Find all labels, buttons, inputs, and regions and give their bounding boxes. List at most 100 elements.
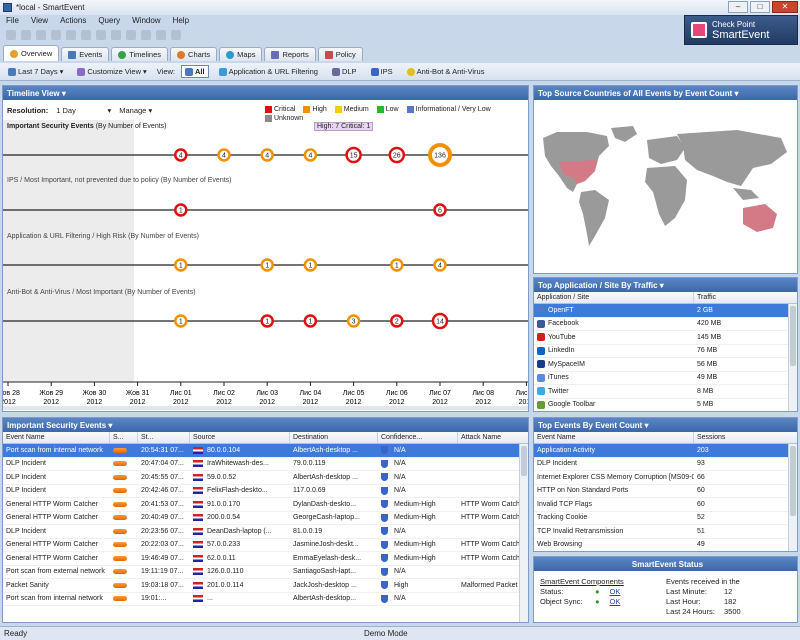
col-top-event-name[interactable]: Event Name — [534, 432, 694, 443]
app-row[interactable]: Google Toolbar 5 MB — [534, 399, 797, 412]
filter-icon[interactable] — [111, 29, 121, 40]
col-confidence[interactable]: Confidence... — [378, 432, 458, 443]
top-event-row[interactable]: Web Browsing 49 — [534, 539, 797, 552]
severity-pill — [113, 488, 127, 494]
maximize-button[interactable]: □ — [750, 1, 770, 13]
minimize-button[interactable]: – — [728, 1, 748, 13]
tab-overview[interactable]: Overview — [3, 45, 60, 61]
app-icon — [537, 306, 545, 315]
view-app-url-button[interactable]: Application & URL Filtering — [215, 65, 322, 78]
col-start-time[interactable]: St... — [138, 432, 190, 443]
menu-view[interactable]: View — [31, 16, 48, 25]
event-confidence: N/A — [394, 568, 406, 576]
status-mode: Demo Mode — [364, 629, 408, 638]
top-events-scrollbar[interactable] — [788, 444, 797, 551]
app-row[interactable]: Facebook 420 MB — [534, 318, 797, 331]
col-event-name[interactable]: Event Name — [3, 432, 110, 443]
tab-reports[interactable]: Reports — [264, 47, 316, 61]
tab-maps[interactable]: Maps — [219, 47, 263, 61]
manage-dropdown[interactable]: Manage ▾ — [119, 106, 152, 115]
app-row[interactable]: LinkedIn 76 MB — [534, 345, 797, 358]
event-row[interactable]: Packet Sanity 19:03:18 07... 201.0.0.114 Ja… — [3, 579, 528, 593]
col-application[interactable]: Application / Site — [534, 292, 694, 303]
tab-timelines[interactable]: Timelines — [111, 47, 169, 61]
app-row[interactable]: iTunes 49 MB — [534, 372, 797, 385]
view-dlp-button[interactable]: DLP — [328, 65, 361, 78]
refresh-icon[interactable] — [66, 29, 76, 40]
back-icon[interactable] — [36, 29, 46, 40]
settings-icon[interactable] — [171, 29, 181, 40]
severity-cell — [110, 552, 138, 565]
country-flag-icon — [193, 514, 203, 522]
top-event-row[interactable]: HTTP on Non Standard Ports 60 — [534, 485, 797, 498]
close-button[interactable]: ✕ — [772, 1, 798, 13]
event-row[interactable]: General HTTP Worm Catcher 20:40:49 07... 2… — [3, 512, 528, 525]
stop-icon[interactable] — [81, 29, 91, 40]
event-row[interactable]: Port scan from internal network 20:54:31 … — [3, 444, 528, 458]
security-events-scrollbar[interactable] — [519, 444, 528, 622]
event-row[interactable]: General HTTP Worm Catcher 20:41:53 07... 9… — [3, 498, 528, 512]
sync-ok-link[interactable]: OK — [610, 597, 621, 607]
event-destination: JasmineJosh-deskt... — [293, 541, 359, 549]
menu-window[interactable]: Window — [132, 16, 160, 25]
tab-policy[interactable]: Policy — [317, 47, 363, 61]
top-apps-panel: Top Application / Site By Traffic ▾ Appl… — [533, 277, 798, 412]
top-event-row[interactable]: Invalid TCP Flags 60 — [534, 498, 797, 512]
menu-query[interactable]: Query — [98, 16, 120, 25]
app-traffic: 8 MB — [697, 387, 714, 395]
top-events-columns: Event Name Sessions — [534, 432, 797, 444]
event-row[interactable]: DLP Incident 20:42:46 07... FelixFlash-des… — [3, 485, 528, 498]
app-row[interactable]: YouTube 145 MB — [534, 331, 797, 345]
app-row[interactable]: MySpaceIM 56 MB — [534, 358, 797, 372]
view-all-button[interactable]: All — [181, 65, 209, 78]
app-cell: iTunes — [534, 372, 694, 385]
col-sessions[interactable]: Sessions — [694, 432, 788, 443]
save-icon[interactable] — [6, 29, 16, 40]
col-source[interactable]: Source — [190, 432, 290, 443]
legend-item: Critical — [265, 106, 295, 113]
print-icon[interactable] — [126, 29, 136, 40]
top-event-row[interactable]: Application Activity 203 — [534, 444, 797, 458]
view-ips-button[interactable]: IPS — [367, 65, 397, 78]
forward-icon[interactable] — [51, 29, 61, 40]
col-severity[interactable]: S... — [110, 432, 138, 443]
user-icon[interactable] — [156, 29, 166, 40]
event-row[interactable]: DLP Incident 20:23:56 07... DeanDash-lapto… — [3, 525, 528, 539]
last-minute-label: Last Minute: — [666, 587, 707, 596]
resolution-dropdown[interactable]: 1 Day ▾ — [56, 106, 111, 115]
tab-events[interactable]: Events — [61, 47, 110, 61]
open-icon[interactable] — [21, 29, 31, 40]
lock-icon[interactable] — [141, 29, 151, 40]
top-apps-scrollbar[interactable] — [788, 304, 797, 411]
col-traffic[interactable]: Traffic — [694, 292, 788, 303]
tab-charts[interactable]: Charts — [170, 47, 218, 61]
col-attack-name[interactable]: Attack Name — [458, 432, 520, 443]
event-row[interactable]: DLP Incident 20:47:04 07... IraWhitewash-d… — [3, 458, 528, 471]
security-events-panel: Important Security Events ▾ Event Name S… — [2, 417, 529, 623]
timeline-hscroll[interactable] — [3, 406, 528, 410]
status-ok-link[interactable]: OK — [610, 587, 621, 597]
source-cell: IraWhitewash-des... — [190, 458, 290, 471]
event-row[interactable]: DLP Incident 20:45:55 07... 59.0.0.52 Alber… — [3, 471, 528, 485]
event-row[interactable]: Port scan from internal network 19:01:...… — [3, 593, 528, 606]
app-row[interactable]: OpenFT 2 GB — [534, 304, 797, 318]
top-event-row[interactable]: TCP Invalid Retransmission 51 — [534, 525, 797, 539]
event-row[interactable]: Port scan from external network 19:11:19 … — [3, 566, 528, 579]
customize-view-dropdown[interactable]: Customize View ▾ — [73, 65, 150, 78]
top-event-row[interactable]: Tracking Cookie 52 — [534, 512, 797, 525]
top-event-row[interactable]: Internet Explorer CSS Memory Corruption … — [534, 471, 797, 485]
timeline-event-count: 4 — [308, 153, 312, 160]
view-antibot-button[interactable]: Anti-Bot & Anti-Virus — [403, 65, 489, 78]
axis-date-label: Жов 30 — [83, 390, 107, 397]
menu-help[interactable]: Help — [173, 16, 189, 25]
event-row[interactable]: General HTTP Worm Catcher 19:46:49 07... 6… — [3, 552, 528, 566]
search-icon[interactable] — [96, 29, 106, 40]
top-event-row[interactable]: DLP Incident 93 — [534, 458, 797, 471]
menu-actions[interactable]: Actions — [60, 16, 86, 25]
col-destination[interactable]: Destination — [290, 432, 378, 443]
app-row[interactable]: Twitter 8 MB — [534, 385, 797, 399]
event-row[interactable]: General HTTP Worm Catcher 20:22:03 07... 5… — [3, 539, 528, 552]
menu-file[interactable]: File — [6, 16, 19, 25]
app-name: iTunes — [548, 374, 569, 382]
period-dropdown[interactable]: Last 7 Days ▾ — [4, 65, 67, 78]
